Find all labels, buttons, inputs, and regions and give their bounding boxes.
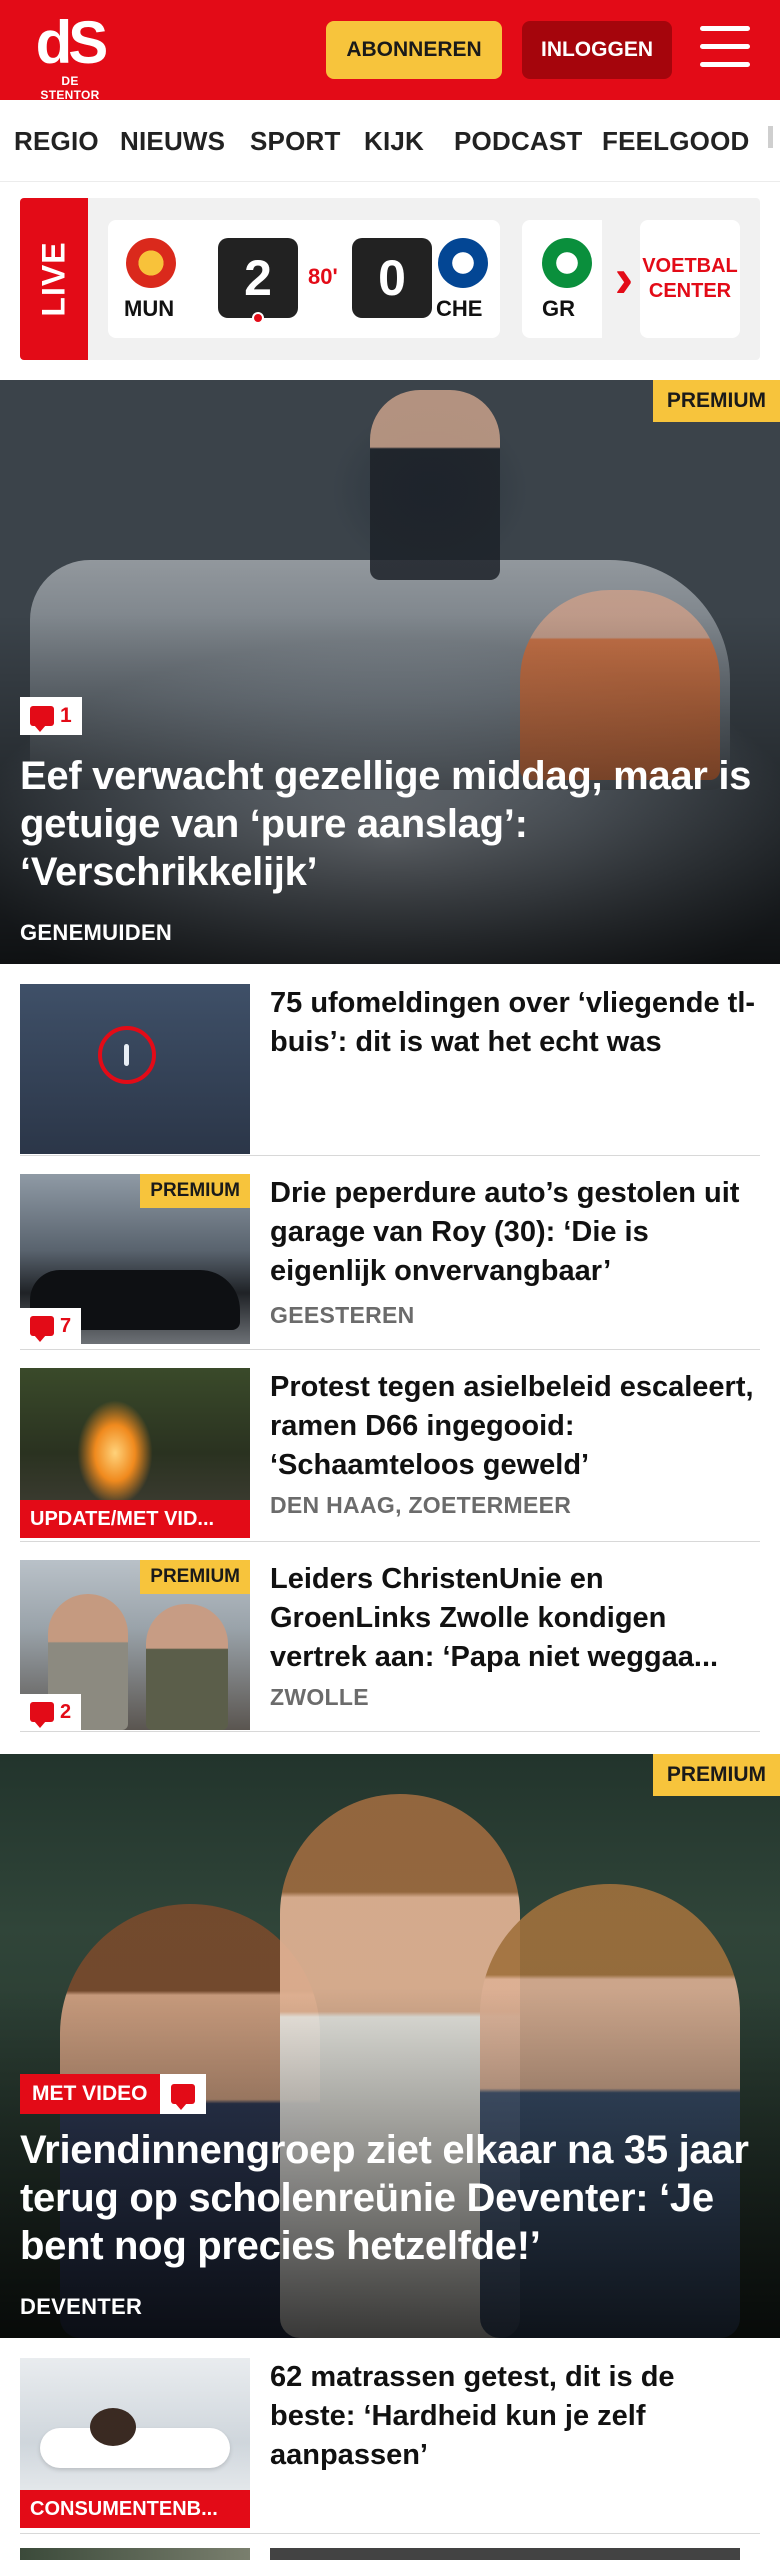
consumentenbond-label: CONSUMENTENB... (20, 2490, 250, 2528)
site-logo[interactable]: dS DE STENTOR (30, 9, 110, 103)
comment-count-badge[interactable]: 2 (20, 1694, 82, 1730)
article-location: DEN HAAG, ZOETERMEER (270, 1492, 572, 1518)
article-title[interactable]: 75 ufomeldingen over ‘vliegende tl-buis’… (270, 984, 760, 1062)
hero-officer-shape (370, 390, 500, 580)
chelsea-logo-icon (438, 238, 488, 288)
home-score: 2 (218, 238, 298, 318)
away-score: 0 (352, 238, 432, 318)
live-label: LIVE (20, 198, 88, 360)
match-minute: 80' (308, 264, 338, 289)
live-match-card[interactable]: MUN 2 80' 0 CHE (108, 220, 500, 338)
list-item[interactable]: 75 ufomeldingen over ‘vliegende tl-buis’… (20, 966, 760, 1156)
nav-item-sport[interactable]: SPORT (250, 126, 341, 157)
nav-item-podcast[interactable]: PODCAST (454, 126, 583, 157)
comment-count-badge[interactable]: 1 (20, 697, 82, 735)
hero-article[interactable]: PREMIUM MET VIDEO Vriendinnengroep ziet … (0, 1754, 780, 2338)
list-item[interactable]: CONSUMENTENB... 62 matrassen getest, dit… (20, 2340, 760, 2534)
hero-location: GENEMUIDEN (20, 920, 173, 945)
logo-text: DE STENTOR (40, 74, 100, 102)
article-title[interactable]: 62 matrassen getest, dit is de beste: ‘H… (270, 2358, 760, 2475)
list-item[interactable]: PREMIUM 2 Leiders ChristenUnie en GroenL… (20, 1542, 760, 1732)
premium-badge: PREMIUM (140, 1560, 250, 1594)
comment-icon (30, 1702, 54, 1728)
article-title[interactable]: Drie peperdure auto’s gestolen uit garag… (270, 1174, 760, 1291)
article-title[interactable]: Leiders ChristenUnie en GroenLinks Zwoll… (270, 1560, 760, 1677)
manchester-united-logo-icon (126, 238, 176, 288)
article-thumbnail: CONSUMENTENB... (20, 2358, 250, 2528)
article-location: GEESTEREN (270, 1302, 415, 1328)
next-article-title-peek (270, 2548, 740, 2560)
logo-mark: dS (35, 9, 109, 76)
video-badge[interactable]: MET VIDEO (20, 2074, 206, 2114)
article-thumbnail (20, 984, 250, 1154)
hero-article[interactable]: PREMIUM 1 Eef verwacht gezellige middag,… (0, 380, 780, 964)
team-logo-icon (542, 238, 592, 288)
away-team-code: CHE (436, 296, 483, 321)
voetbal-center-button[interactable]: VOETBAL CENTER (640, 220, 740, 338)
comment-icon (159, 2074, 206, 2114)
next-article-thumbnail-peek (20, 2548, 250, 2560)
subscribe-button[interactable]: ABONNEREN (326, 21, 502, 79)
home-team-code: MUN (124, 296, 175, 321)
article-title[interactable]: Protest tegen asielbeleid escaleert, ram… (270, 1368, 760, 1485)
premium-badge: PREMIUM (652, 1754, 780, 1796)
nav-item-nieuws[interactable]: NIEUWS (120, 126, 225, 157)
live-scores-bar: LIVE MUN 2 80' 0 CHE GR › VOETBAL CENTER (20, 198, 760, 360)
comment-count-badge[interactable]: 7 (20, 1308, 82, 1344)
login-button[interactable]: INLOGGEN (522, 21, 672, 79)
hero-title[interactable]: Eef verwacht gezellige middag, maar is g… (20, 752, 760, 896)
live-match-card-next[interactable]: GR (522, 220, 602, 338)
article-location: ZWOLLE (270, 1684, 369, 1710)
hero-location: DEVENTER (20, 2294, 143, 2319)
site-header: dS DE STENTOR ABONNEREN INLOGGEN (0, 0, 780, 103)
comment-icon (30, 1316, 54, 1342)
article-thumbnail: PREMIUM 7 (20, 1174, 250, 1344)
next-team-code: GR (542, 296, 575, 321)
list-item[interactable]: PREMIUM 7 Drie peperdure auto’s gestolen… (20, 1156, 760, 1350)
update-video-label: UPDATE/MET VID... (20, 1500, 250, 1538)
hero-title[interactable]: Vriendinnengroep ziet elkaar na 35 jaar … (20, 2126, 760, 2270)
article-thumbnail: UPDATE/MET VID... (20, 1368, 250, 1538)
hamburger-menu-icon[interactable] (700, 26, 750, 72)
nav-scroll-hint (768, 126, 773, 148)
premium-badge: PREMIUM (140, 1174, 250, 1208)
article-thumbnail: PREMIUM 2 (20, 1560, 250, 1730)
nav-item-feelgood[interactable]: FEELGOOD (602, 126, 750, 157)
premium-badge: PREMIUM (652, 380, 780, 422)
comment-icon (30, 706, 54, 732)
list-item[interactable]: UPDATE/MET VID... Protest tegen asielbel… (20, 1350, 760, 1542)
nav-item-regio[interactable]: REGIO (14, 126, 99, 157)
main-nav: REGIO NIEUWS SPORT KIJK PODCAST FEELGOOD (0, 100, 780, 182)
nav-item-kijk[interactable]: KIJK (364, 126, 424, 157)
scoring-indicator-icon (252, 312, 264, 324)
